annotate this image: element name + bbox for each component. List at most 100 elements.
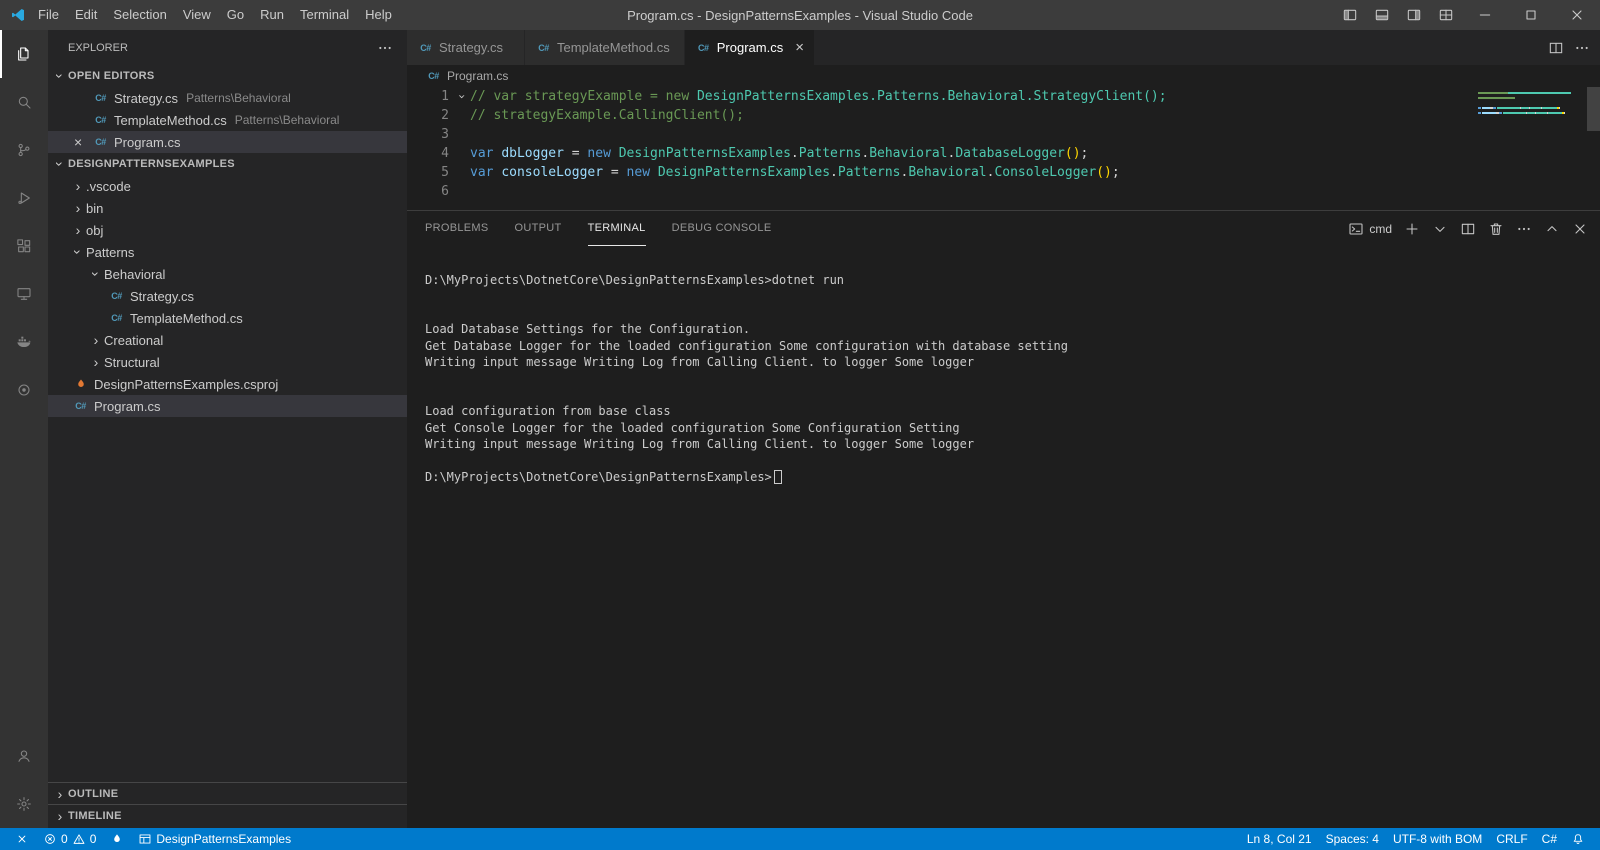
activity-run-debug[interactable] xyxy=(0,174,48,222)
terminal-profile-dropdown[interactable] xyxy=(1432,221,1448,237)
close-panel-button[interactable] xyxy=(1572,221,1588,237)
explorer-more-icon[interactable] xyxy=(377,40,393,56)
editor-tabs: C# Strategy.cs C# TemplateMethod.cs C# Progra… xyxy=(407,30,815,65)
cursor-position[interactable]: Ln 8, Col 21 xyxy=(1240,828,1319,850)
code-text: var consoleLogger = new DesignPatternsEx… xyxy=(470,163,1120,182)
activity-explorer[interactable] xyxy=(0,30,48,78)
minimize-button[interactable] xyxy=(1462,0,1508,30)
tree-item-behavioral[interactable]: › Behavioral xyxy=(48,263,407,285)
activity-remote-explorer[interactable] xyxy=(0,270,48,318)
language-mode[interactable]: C# xyxy=(1535,828,1564,850)
sidebar-bottom-sections: › OUTLINE › TIMELINE xyxy=(48,782,407,828)
editor-scrollbar[interactable] xyxy=(1587,87,1600,131)
split-terminal-button[interactable] xyxy=(1460,221,1476,237)
section-timeline[interactable]: › TIMELINE xyxy=(48,804,407,826)
tree-item-strategy.cs[interactable]: C# Strategy.cs xyxy=(48,285,407,307)
remote-explorer-icon xyxy=(16,286,32,302)
status-bar-right: Ln 8, Col 21 Spaces: 4 UTF-8 with BOM CRLF C… xyxy=(1240,828,1592,850)
tab-program.cs[interactable]: C# Program.cs × xyxy=(684,30,815,65)
minimap-token xyxy=(1508,92,1571,94)
encoding[interactable]: UTF-8 with BOM xyxy=(1386,828,1489,850)
tree-item-designpatternsexamples.csproj[interactable]: DesignPatternsExamples.csproj xyxy=(48,373,407,395)
code-token: ) xyxy=(1072,146,1081,161)
menu-run[interactable]: Run xyxy=(252,0,292,30)
activity-extension-circle[interactable] xyxy=(0,366,48,414)
activity-source-control[interactable] xyxy=(0,126,48,174)
code-text: // strategyExample.CallingClient(); xyxy=(470,106,744,125)
open-editor-program.cs[interactable]: × C# Program.cs xyxy=(48,131,407,153)
new-terminal-button[interactable] xyxy=(1404,221,1420,237)
tree-item-obj[interactable]: › obj xyxy=(48,219,407,241)
section-label: OUTLINE xyxy=(68,787,119,800)
tree-item-templatemethod.cs[interactable]: C# TemplateMethod.cs xyxy=(48,307,407,329)
minimap-token xyxy=(1478,92,1508,94)
breadcrumb[interactable]: C# Program.cs xyxy=(407,65,1600,87)
notifications-bell[interactable] xyxy=(1564,828,1592,850)
cs-file-icon: C# xyxy=(95,115,106,125)
open-editors-header[interactable]: › OPEN EDITORS xyxy=(48,65,407,87)
remote-indicator[interactable] xyxy=(8,828,36,850)
tree-item-label: obj xyxy=(86,222,104,238)
layout-sidebar-left-button[interactable] xyxy=(1334,0,1366,30)
close-button[interactable] xyxy=(1554,0,1600,30)
minimap-token xyxy=(1564,112,1565,114)
menu-help[interactable]: Help xyxy=(357,0,400,30)
activity-settings[interactable] xyxy=(0,780,48,828)
minimap-line xyxy=(1478,92,1582,94)
panel-more-button[interactable] xyxy=(1516,221,1532,237)
tab-templatemethod.cs[interactable]: C# TemplateMethod.cs xyxy=(525,30,685,65)
close-editor-icon[interactable]: × xyxy=(74,134,92,150)
panel-tab-terminal[interactable]: TERMINAL xyxy=(587,211,646,246)
editor-more-icon[interactable] xyxy=(1574,40,1590,56)
maximize-panel-button[interactable] xyxy=(1544,221,1560,237)
activity-account[interactable] xyxy=(0,732,48,780)
maximize-button[interactable] xyxy=(1508,0,1554,30)
eol[interactable]: CRLF xyxy=(1489,828,1534,850)
code-token: ( xyxy=(1064,146,1073,161)
section-outline[interactable]: › OUTLINE xyxy=(48,782,407,804)
open-editor-strategy.cs[interactable]: C# Strategy.cs Patterns\Behavioral xyxy=(48,87,407,109)
close-tab-icon[interactable]: × xyxy=(795,40,804,55)
chevron-icon: › xyxy=(75,200,81,216)
tab-strategy.cs[interactable]: C# Strategy.cs xyxy=(407,30,525,65)
fold-icon[interactable]: › xyxy=(452,88,471,105)
activity-search[interactable] xyxy=(0,78,48,126)
kill-terminal-button[interactable] xyxy=(1488,221,1504,237)
panel-tab-output[interactable]: OUTPUT xyxy=(515,211,562,246)
project-indicator[interactable]: DesignPatternsExamples xyxy=(131,828,298,850)
layout-customize-button[interactable] xyxy=(1430,0,1462,30)
tab-label: TemplateMethod.cs xyxy=(557,40,670,55)
menu-view[interactable]: View xyxy=(175,0,219,30)
docker-icon xyxy=(16,334,32,350)
tree-item-.vscode[interactable]: › .vscode xyxy=(48,175,407,197)
layout-sidebar-right-button[interactable] xyxy=(1398,0,1430,30)
tree-item-program.cs[interactable]: C# Program.cs xyxy=(48,395,407,417)
activity-docker[interactable] xyxy=(0,318,48,366)
project-root[interactable]: › DESIGNPATTERNSEXAMPLES xyxy=(48,153,407,175)
layout-panel-button[interactable] xyxy=(1366,0,1398,30)
terminal-profile-selector[interactable]: cmd xyxy=(1348,221,1392,237)
panel-tab-debug-console[interactable]: DEBUG CONSOLE xyxy=(672,211,772,246)
menu-edit[interactable]: Edit xyxy=(67,0,105,30)
indentation[interactable]: Spaces: 4 xyxy=(1319,828,1386,850)
menu-file[interactable]: File xyxy=(30,0,67,30)
code-text: // var strategyExample = new DesignPatte… xyxy=(470,87,1167,106)
menu-terminal[interactable]: Terminal xyxy=(292,0,357,30)
tree-item-bin[interactable]: › bin xyxy=(48,197,407,219)
open-editor-templatemethod.cs[interactable]: C# TemplateMethod.cs Patterns\Behavioral xyxy=(48,109,407,131)
minimap[interactable] xyxy=(1478,92,1582,122)
tree-item-patterns[interactable]: › Patterns xyxy=(48,241,407,263)
tree-item-structural[interactable]: › Structural xyxy=(48,351,407,373)
activity-extensions[interactable] xyxy=(0,222,48,270)
code-line: 1 ›// var strategyExample = new DesignPat… xyxy=(407,87,1600,106)
problems-status[interactable]: 00 xyxy=(36,828,103,850)
terminal[interactable]: D:\MyProjects\DotnetCore\DesignPatternsE… xyxy=(407,246,1600,828)
split-editor-icon[interactable] xyxy=(1548,40,1564,56)
code-editor[interactable]: 1 ›// var strategyExample = new DesignPat… xyxy=(407,87,1600,210)
extension-status[interactable] xyxy=(103,828,131,850)
menu-selection[interactable]: Selection xyxy=(105,0,174,30)
panel-tab-problems[interactable]: PROBLEMS xyxy=(425,211,489,246)
menu-go[interactable]: Go xyxy=(219,0,252,30)
tree-item-creational[interactable]: › Creational xyxy=(48,329,407,351)
editor-actions xyxy=(1538,30,1600,65)
